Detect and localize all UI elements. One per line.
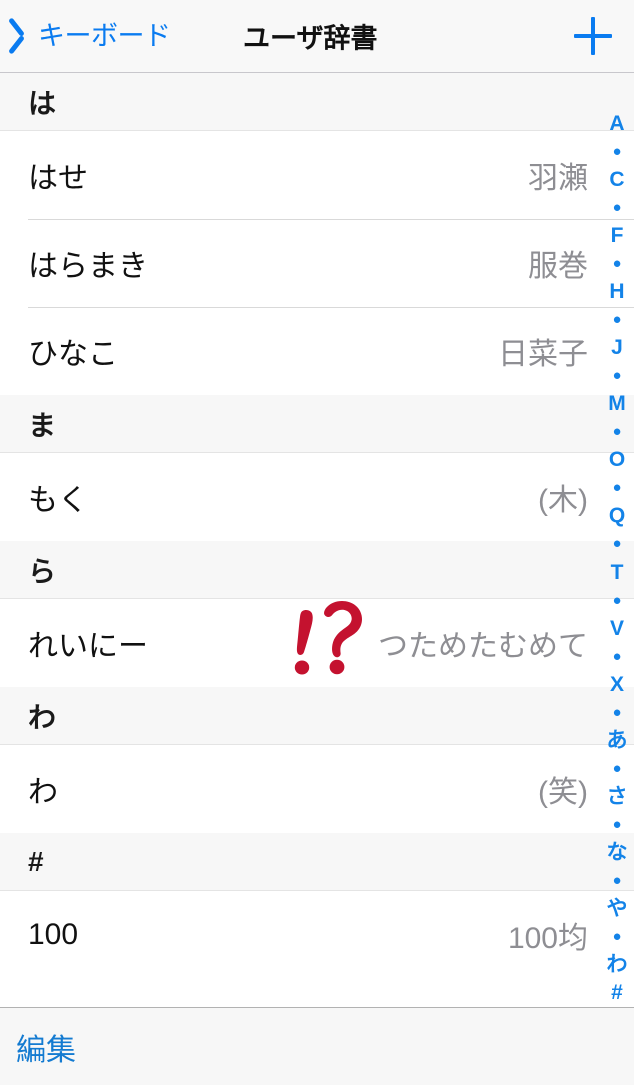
index-letter[interactable]: さ xyxy=(600,783,634,811)
row-value: 日菜子 xyxy=(498,338,588,371)
index-letter[interactable]: あ xyxy=(600,726,634,754)
index-dot[interactable]: ● xyxy=(600,642,634,670)
row-key: はせ xyxy=(28,162,88,195)
row-key: はらまき xyxy=(28,250,148,283)
index-letter[interactable]: # xyxy=(600,979,634,1007)
row-value: 服巻 xyxy=(528,250,588,283)
row-key: ひなこ xyxy=(28,338,118,371)
section-header: ま xyxy=(0,395,634,453)
list-body: ははせ 羽瀬 はらまき 服巻 ひなこ 日菜子まもく (木) られいにー つためたむめてわわ (笑)… xyxy=(0,73,634,979)
back-button[interactable]: キーボード xyxy=(14,17,171,55)
index-dot[interactable]: ● xyxy=(600,811,634,839)
index-dot[interactable]: ● xyxy=(600,193,634,221)
index-letter[interactable]: J xyxy=(600,334,634,362)
row-key: もく xyxy=(28,484,88,517)
chevron-left-icon xyxy=(14,17,36,55)
index-dot[interactable]: ● xyxy=(600,305,634,333)
dictionary-list: ははせ 羽瀬 はらまき 服巻 ひなこ 日菜子まもく (木) られいにー つためたむめてわわ (笑)… xyxy=(0,73,634,1007)
index-dot[interactable]: ● xyxy=(600,530,634,558)
index-letter[interactable]: Q xyxy=(600,502,634,530)
section-header: ら xyxy=(0,541,634,599)
index-dot[interactable]: ● xyxy=(600,754,634,782)
row-value: 羽瀬 xyxy=(528,162,588,195)
index-letter[interactable]: A xyxy=(600,109,634,137)
back-button-label: キーボード xyxy=(38,20,171,51)
row-key: れいにー xyxy=(28,630,148,663)
index-letter[interactable]: や xyxy=(600,895,634,923)
edit-button[interactable]: 編集 xyxy=(16,1025,76,1069)
index-letter[interactable]: O xyxy=(600,446,634,474)
index-dot[interactable]: ● xyxy=(600,249,634,277)
index-letter[interactable]: X xyxy=(600,670,634,698)
navigation-bar: キーボード ユーザ辞書 xyxy=(0,0,634,73)
table-row[interactable]: わ (笑) xyxy=(0,745,634,833)
index-dot[interactable]: ● xyxy=(600,137,634,165)
table-row[interactable]: れいにー つためたむめて xyxy=(0,599,634,687)
index-dot[interactable]: ● xyxy=(600,867,634,895)
index-letter[interactable]: H xyxy=(600,277,634,305)
row-value: つためたむめて xyxy=(378,630,588,663)
index-dot[interactable]: ● xyxy=(600,474,634,502)
index-letter[interactable]: な xyxy=(600,839,634,867)
user-dictionary-screen: キーボード ユーザ辞書 ははせ 羽瀬 はらまき 服巻 ひなこ 日菜子まもく (木) られいにー… xyxy=(0,0,634,1085)
row-key: わ xyxy=(28,776,58,809)
section-header: # xyxy=(0,833,634,891)
section-header: わ xyxy=(0,687,634,745)
section-header: は xyxy=(0,73,634,131)
section-index-bar[interactable]: A ● C ● F ● H ● J ● M ● O ● Q ● T ● V ● X ● あ ● さ ● な ● や ● わ # xyxy=(600,73,634,1007)
index-letter[interactable]: C xyxy=(600,165,634,193)
table-row[interactable]: もく (木) xyxy=(0,453,634,541)
index-letter[interactable]: F xyxy=(600,221,634,249)
table-row[interactable]: はらまき 服巻 xyxy=(0,219,634,307)
index-letter[interactable]: M xyxy=(600,390,634,418)
row-value: (木) xyxy=(538,484,588,517)
index-letter[interactable]: T xyxy=(600,558,634,586)
row-value: 100均 xyxy=(507,922,588,955)
table-row[interactable]: ひなこ 日菜子 xyxy=(0,307,634,395)
table-row[interactable]: 100 100均 xyxy=(0,891,634,979)
index-letter[interactable]: わ xyxy=(600,951,634,979)
table-row[interactable]: はせ 羽瀬 xyxy=(0,131,634,219)
index-dot[interactable]: ● xyxy=(600,698,634,726)
index-dot[interactable]: ● xyxy=(600,586,634,614)
index-letter[interactable]: V xyxy=(600,614,634,642)
row-key: 100 xyxy=(28,918,79,951)
row-value: (笑) xyxy=(538,776,588,809)
page-title: ユーザ辞書 xyxy=(243,23,378,54)
bottom-toolbar: 編集 xyxy=(0,1007,634,1085)
plus-icon[interactable] xyxy=(574,17,612,55)
index-dot[interactable]: ● xyxy=(600,362,634,390)
index-dot[interactable]: ● xyxy=(600,923,634,951)
index-dot[interactable]: ● xyxy=(600,418,634,446)
